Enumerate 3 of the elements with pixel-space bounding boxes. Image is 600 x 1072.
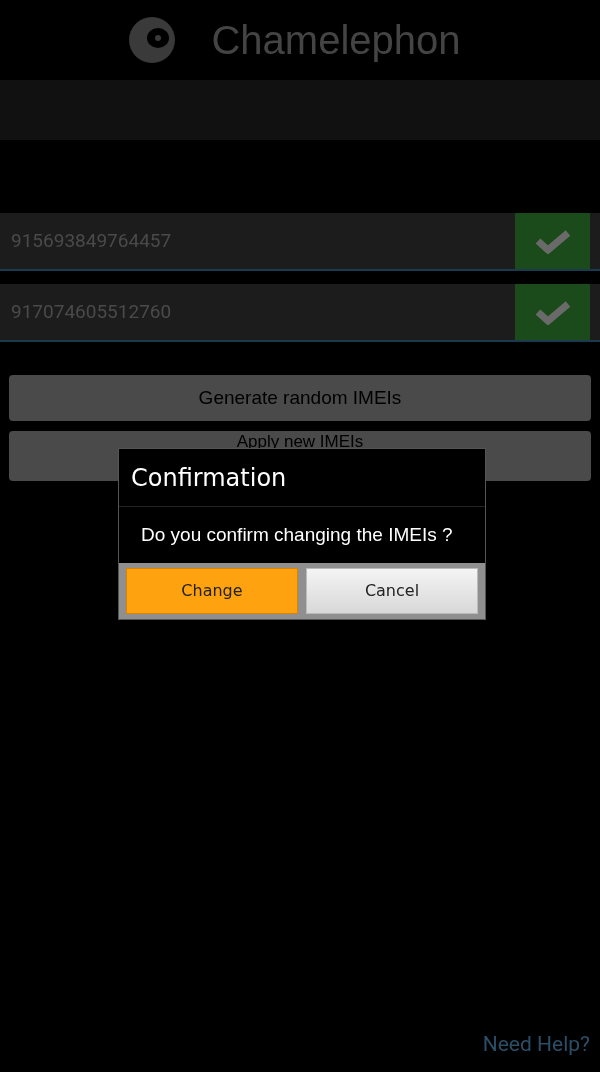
- app-title: Chamelephon: [211, 17, 461, 64]
- dialog-title: Confirmation: [119, 449, 485, 507]
- dialog-message: Do you confirm changing the IMEIs ?: [140, 522, 454, 547]
